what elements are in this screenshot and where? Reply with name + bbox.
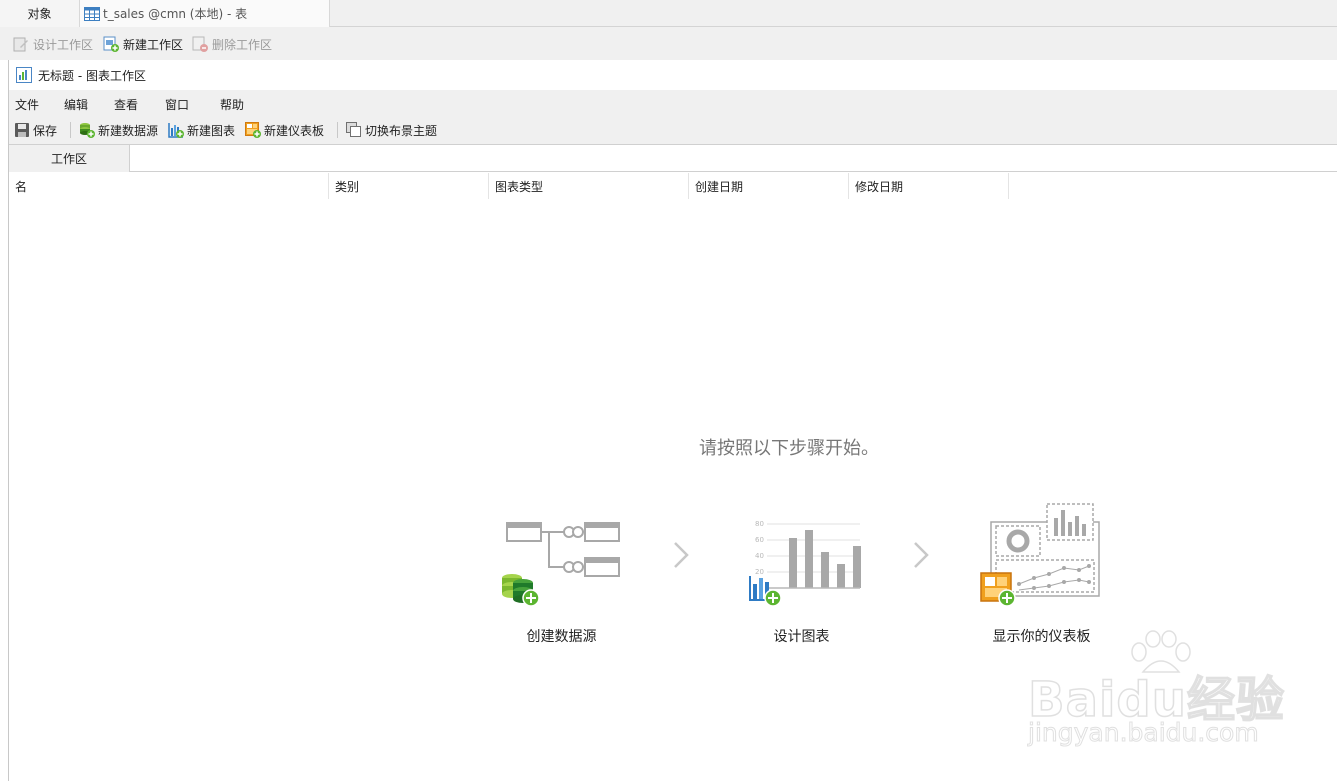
switch-theme-icon — [346, 122, 365, 138]
delete-workspace-label: 删除工作区 — [212, 37, 273, 52]
list-column-header: 名 类别 图表类型 创建日期 修改日期 — [9, 173, 1009, 199]
tab-objects[interactable]: 对象 — [0, 0, 80, 27]
menu-file[interactable]: 文件 — [15, 96, 39, 113]
tab-workspace[interactable]: 工作区 — [9, 145, 130, 172]
tab-objects-label: 对象 — [27, 7, 52, 21]
table-icon — [84, 6, 103, 21]
new-datasource-label: 新建数据源 — [98, 123, 159, 138]
design-workspace-icon — [13, 36, 33, 52]
new-dashboard-button[interactable]: 新建仪表板 — [245, 121, 324, 139]
window-title-bar: 无标题 - 图表工作区 — [9, 60, 1337, 90]
menu-edit[interactable]: 编辑 — [64, 96, 88, 113]
new-chart-icon — [168, 122, 187, 138]
column-header-chart-type-label: 图表类型 — [495, 179, 544, 194]
design-chart-illustration[interactable]: 80 60 40 20 — [739, 518, 864, 608]
column-header-modified-date-label: 修改日期 — [855, 179, 904, 194]
tab-table-label: t_sales @cmn (本地) - 表 — [103, 7, 248, 21]
toolbar-separator — [70, 122, 71, 138]
column-header-name-label: 名 — [15, 179, 28, 194]
new-datasource-icon — [79, 122, 98, 138]
tab-table-t-sales[interactable]: t_sales @cmn (本地) - 表 — [80, 0, 330, 27]
new-workspace-icon — [103, 36, 123, 52]
switch-theme-button[interactable]: 切换布景主题 — [346, 121, 437, 139]
delete-workspace-button[interactable]: 删除工作区 — [192, 35, 272, 53]
new-dashboard-icon — [245, 122, 264, 138]
new-chart-label: 新建图表 — [187, 123, 236, 138]
tab-workspace-label: 工作区 — [50, 152, 87, 166]
main-toolbar: 保存 新建数据源 新建图表 新建仪表板 切换布景主题 — [9, 116, 1337, 144]
column-header-name[interactable]: 名 — [9, 173, 329, 199]
column-header-modified-date[interactable]: 修改日期 — [849, 173, 1009, 199]
axis-tick-label: 40 — [755, 552, 764, 560]
new-chart-button[interactable]: 新建图表 — [168, 121, 235, 139]
column-header-chart-type[interactable]: 图表类型 — [489, 173, 689, 199]
save-icon — [14, 122, 33, 138]
create-datasource-illustration[interactable] — [499, 518, 624, 608]
chart-workspace-icon — [16, 67, 38, 83]
chevron-right-icon — [912, 541, 930, 569]
save-button[interactable]: 保存 — [14, 121, 57, 139]
outer-tab-strip: 对象 t_sales @cmn (本地) - 表 — [0, 0, 1337, 27]
menu-bar: 文件 编辑 查看 窗口 帮助 — [9, 90, 1337, 116]
new-datasource-button[interactable]: 新建数据源 — [79, 121, 158, 139]
design-workspace-label: 设计工作区 — [33, 37, 94, 52]
axis-tick-label: 80 — [755, 520, 764, 528]
menu-view[interactable]: 查看 — [114, 96, 138, 113]
axis-tick-label: 20 — [755, 568, 764, 576]
switch-theme-label: 切换布景主题 — [365, 123, 438, 138]
new-dashboard-label: 新建仪表板 — [264, 123, 325, 138]
design-workspace-button[interactable]: 设计工作区 — [13, 35, 93, 53]
column-header-created-date-label: 创建日期 — [695, 179, 744, 194]
new-workspace-label: 新建工作区 — [123, 37, 184, 52]
save-label: 保存 — [33, 123, 58, 138]
column-header-created-date[interactable]: 创建日期 — [689, 173, 849, 199]
getting-started-prompt: 请按照以下步骤开始。 — [699, 438, 879, 459]
watermark-sub-text: jingyan.baidu.com — [1028, 718, 1260, 748]
outer-toolbar: 设计工作区 新建工作区 删除工作区 — [0, 27, 1337, 60]
baidu-jingyan-watermark: Baidu经验 jingyan.baidu.com — [1020, 630, 1285, 750]
new-workspace-button[interactable]: 新建工作区 — [103, 35, 183, 53]
step-create-datasource-label[interactable]: 创建数据源 — [509, 626, 614, 646]
delete-workspace-icon — [192, 36, 212, 52]
window-title: 无标题 - 图表工作区 — [38, 68, 146, 83]
toolbar-separator — [337, 122, 338, 138]
chevron-right-icon — [672, 541, 690, 569]
menu-window[interactable]: 窗口 — [165, 96, 189, 113]
column-header-category[interactable]: 类别 — [329, 173, 489, 199]
workspace-tab-strip: 工作区 — [9, 144, 1337, 172]
menu-help[interactable]: 帮助 — [220, 96, 244, 113]
dashboard-illustration[interactable] — [979, 502, 1104, 607]
axis-tick-label: 60 — [755, 536, 764, 544]
column-header-category-label: 类别 — [335, 179, 360, 194]
step-design-chart-label[interactable]: 设计图表 — [759, 626, 844, 646]
